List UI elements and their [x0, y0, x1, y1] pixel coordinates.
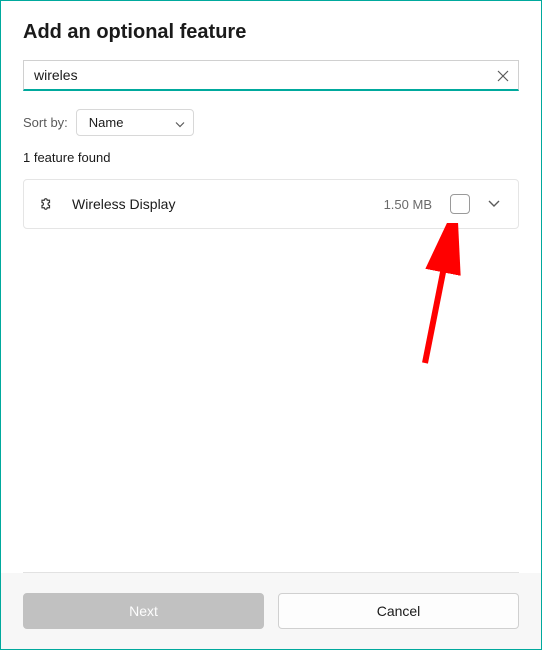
- sort-label: Sort by:: [23, 115, 68, 130]
- feature-item[interactable]: Wireless Display 1.50 MB: [24, 180, 518, 228]
- dialog-title: Add an optional feature: [23, 21, 519, 44]
- feature-size: 1.50 MB: [384, 197, 432, 212]
- feature-list: Wireless Display 1.50 MB: [23, 179, 519, 229]
- next-button[interactable]: Next: [23, 593, 264, 629]
- search-input[interactable]: [23, 60, 519, 91]
- clear-search-button[interactable]: [495, 68, 511, 84]
- chevron-down-icon: [488, 200, 500, 208]
- expand-button[interactable]: [484, 194, 504, 214]
- cancel-button[interactable]: Cancel: [278, 593, 519, 629]
- dialog-content: Add an optional feature Sort by: Name 1 …: [1, 1, 541, 572]
- feature-name: Wireless Display: [72, 196, 370, 212]
- close-icon: [497, 70, 509, 82]
- chevron-down-icon: [175, 115, 185, 130]
- sort-row: Sort by: Name: [23, 109, 519, 136]
- dialog-footer: Next Cancel: [1, 573, 541, 649]
- feature-checkbox[interactable]: [450, 194, 470, 214]
- results-count: 1 feature found: [23, 150, 519, 165]
- search-wrap: [23, 60, 519, 91]
- sort-select[interactable]: Name: [76, 109, 194, 136]
- sort-selected-value: Name: [89, 115, 124, 130]
- add-feature-dialog: Add an optional feature Sort by: Name 1 …: [1, 1, 541, 649]
- puzzle-icon: [38, 194, 58, 214]
